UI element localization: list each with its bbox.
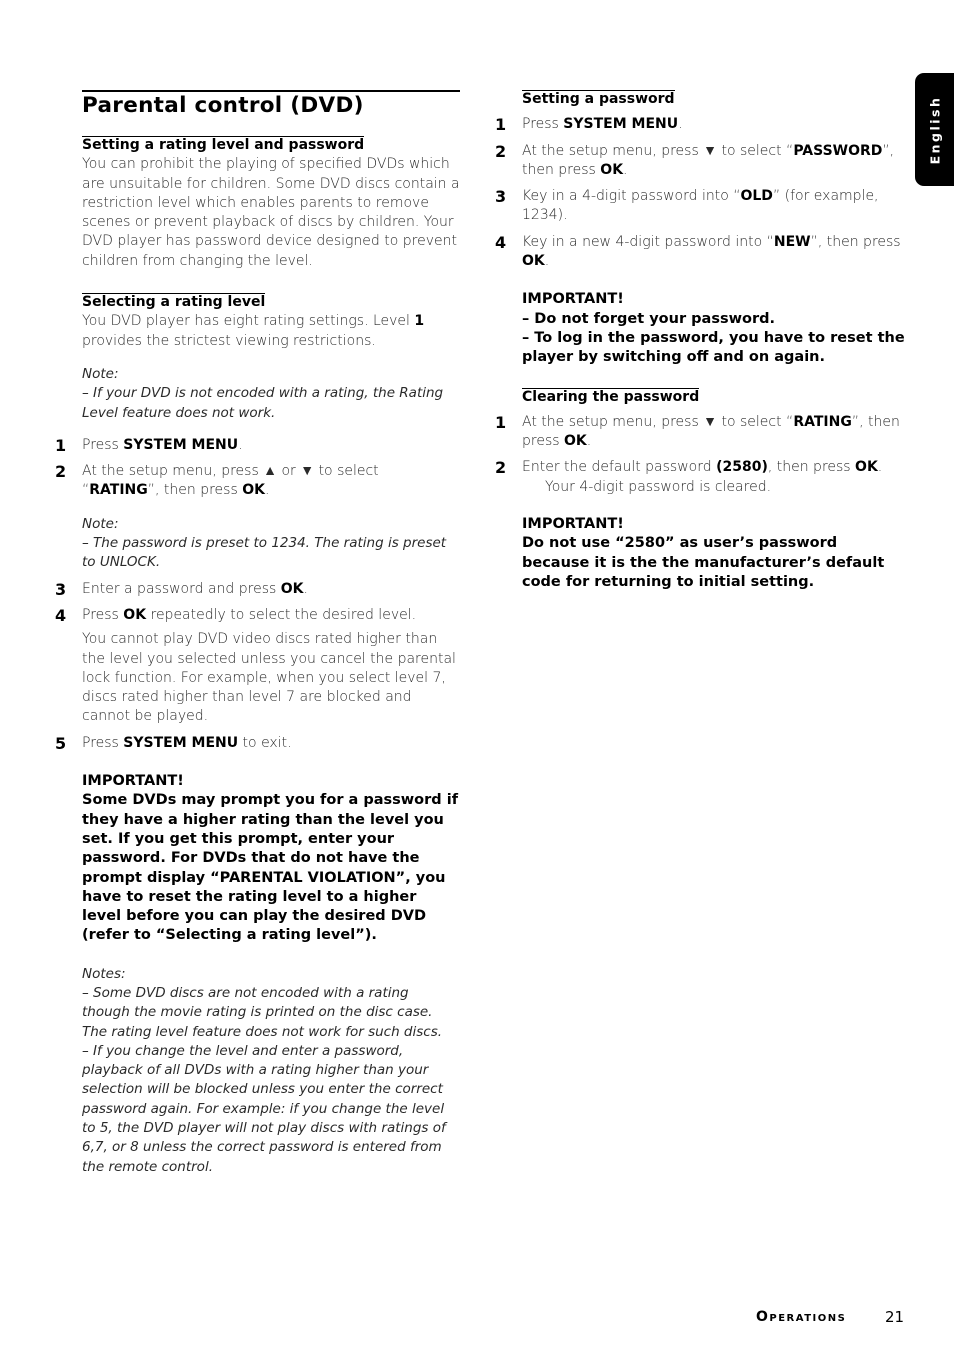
- important-text: Some DVDs may prompt you for a password …: [82, 792, 459, 944]
- step-4: 4 Press OK repeatedly to select the desir…: [55, 605, 417, 625]
- intro-paragraph: You can prohibit the playing of specifie…: [82, 156, 460, 269]
- rating-intro-paragraph: You DVD player has eight rating settings…: [82, 313, 425, 349]
- note-label: Note:: [82, 365, 119, 382]
- step-2: 2 Enter the default password (2580), then…: [495, 458, 883, 478]
- important-label: IMPORTANT!: [522, 291, 624, 308]
- important-label: IMPORTANT!: [82, 773, 184, 790]
- left-column: Parental control (DVD) Setting a rating …: [55, 90, 460, 1177]
- manual-page: English Parental control (DVD) Setting a…: [0, 0, 954, 1351]
- important-item: – To log in the password, you have to re…: [522, 329, 905, 366]
- section-heading-setting-password: Setting a password: [522, 90, 675, 107]
- note-item: – If you change the level and enter a pa…: [82, 1042, 446, 1175]
- page-number: 21: [885, 1308, 905, 1326]
- important-item: – Do not forget your password.: [522, 310, 775, 327]
- step-1: 1 Press SYSTEM MENU.: [495, 115, 683, 135]
- right-column: Setting a password 1 Press SYSTEM MENU. 2…: [495, 90, 907, 592]
- section-heading-rating-password: Setting a rating level and password: [82, 136, 365, 153]
- page-title: Parental control (DVD): [82, 90, 460, 119]
- section-heading-selecting-rating: Selecting a rating level: [82, 293, 266, 311]
- note-text: – The password is preset to 1234. The ra…: [82, 535, 447, 571]
- language-tab: English: [915, 73, 954, 186]
- section-heading-clearing-password: Clearing the password: [522, 387, 700, 405]
- step-1: 1 Press SYSTEM MENU.: [55, 435, 243, 455]
- language-tab-label: English: [927, 95, 942, 164]
- note-item: – Some DVD discs are not encoded with a …: [82, 984, 443, 1040]
- note-label: Note:: [82, 515, 119, 532]
- step-4: 4 Key in a new 4-digit password into “NEW…: [495, 232, 901, 270]
- step-3: 3 Key in a 4-digit password into “OLD” (f…: [495, 187, 879, 224]
- note-text: – If your DVD is not encoded with a rati…: [82, 385, 444, 421]
- step-5: 5 Press SYSTEM MENU to exit.: [55, 733, 292, 753]
- step-2-detail: Your 4-digit password is cleared.: [545, 478, 772, 495]
- step-4-detail: You cannot play DVD video discs rated hi…: [82, 631, 456, 725]
- footer-section-name: Operations: [756, 1309, 847, 1325]
- step-2: 2 At the setup menu, press ▼ to select “P…: [495, 141, 895, 178]
- step-2: 2 At the setup menu, press ▲ or ▼ to sele…: [55, 462, 379, 499]
- notes-label: Notes:: [82, 965, 126, 982]
- step-1: 1 At the setup menu, press ▼ to select “R…: [495, 412, 900, 450]
- important-label: IMPORTANT!: [522, 516, 624, 533]
- important-text: Do not use “2580” as user’s password bec…: [522, 535, 885, 590]
- step-3: 3 Enter a password and press OK.: [55, 579, 308, 599]
